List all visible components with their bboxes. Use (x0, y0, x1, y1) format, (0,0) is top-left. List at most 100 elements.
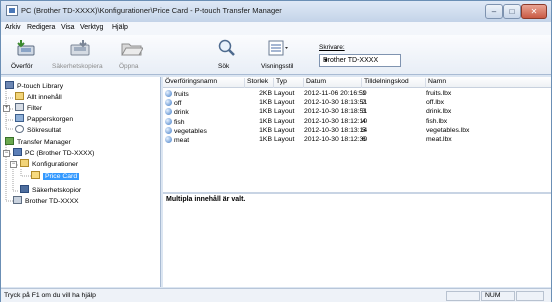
status-num: NUM (481, 291, 515, 301)
layout-file-icon (165, 90, 172, 97)
table-row[interactable]: fish 1KB Layout 2012-10-30 18:12:10 4 fish.lb… (163, 117, 551, 127)
collapse-configurations-toggle[interactable]: − (10, 161, 17, 168)
menu-arkiv[interactable]: Arkiv (5, 24, 21, 31)
cell-text: 3 (362, 108, 366, 116)
assign-code-cell: 5 (362, 127, 424, 134)
layout-file-icon (165, 126, 172, 134)
window-title: PC (Brother TD-XXXX)\Konfigurationer\Pri… (21, 6, 282, 15)
cell-text: drink (174, 109, 189, 117)
cell-text: off (174, 100, 182, 108)
table-row[interactable]: meat 1KB Layout 2012-10-30 18:12:30 6 meat.lb… (163, 136, 551, 145)
cell-text: 2KB (259, 90, 272, 97)
printer-select[interactable]: Brother TD-XXXX ▼ (319, 54, 401, 67)
tree-backups[interactable]: Säkerhetskopior (20, 185, 81, 196)
assign-code-cell: 2 (362, 99, 424, 106)
cell-text: 1KB (259, 108, 272, 116)
assign-code-cell: 4 (362, 118, 424, 125)
title-bar[interactable]: PC (Brother TD-XXXX)\Konfigurationer\Pri… (1, 1, 551, 22)
size-cell: 1KB (245, 136, 272, 143)
folder-tree: P-touch Library Allt innehåll + Filter P… (1, 77, 161, 287)
cell-text: 1KB (259, 117, 272, 125)
cell-text: fish (174, 118, 185, 126)
column-header-transfer-name[interactable]: Överföringsnamn (163, 78, 245, 88)
size-cell: 1KB (245, 99, 272, 106)
table-row[interactable]: off 1KB Layout 2012-10-30 18:13:51 2 off.lbx (163, 99, 551, 108)
backup-button[interactable]: Säkerhetskopiera (49, 37, 109, 73)
tree-all-content[interactable]: Allt innehåll (15, 92, 62, 103)
menu-hjalp[interactable]: Hjälp (112, 24, 128, 31)
table-row[interactable]: vegetables 1KB Layout 2012-10-30 18:13:14 5 v… (163, 126, 551, 136)
close-button[interactable]: ✕ (521, 4, 547, 19)
name-cell: off.lbx (426, 99, 546, 106)
name-cell: meat.lbx (426, 136, 546, 143)
tree-transfer-manager[interactable]: Transfer Manager (5, 137, 71, 148)
search-button[interactable]: Sök (211, 37, 241, 73)
status-box-empty-1 (446, 291, 480, 301)
computer-icon (13, 148, 22, 156)
transfer-button[interactable]: Överför (7, 37, 47, 73)
collapse-pc-toggle[interactable]: − (3, 150, 10, 157)
table-row[interactable]: drink 1KB Layout 2012-10-30 18:18:51 3 drink.… (163, 108, 551, 117)
cell-text: Layout (274, 126, 295, 134)
size-cell: 1KB (245, 118, 272, 125)
cell-text: Layout (274, 90, 295, 97)
tree-price-card[interactable]: Price Card (31, 171, 80, 182)
name-cell: drink.lbx (426, 108, 546, 115)
menu-verktyg[interactable]: Verktyg (80, 24, 103, 31)
transfer-name-cell: fruits (165, 90, 243, 98)
minimize-button[interactable]: ‒ (485, 4, 503, 19)
cell-text: 1KB (259, 136, 272, 143)
column-header-name[interactable]: Namn (426, 78, 551, 88)
transfer-icon (17, 40, 35, 56)
cell-text: vegetables (174, 127, 207, 135)
filter-icon (15, 103, 24, 111)
expand-filter-toggle[interactable]: + (3, 105, 10, 112)
printer-label: Skrivare: (319, 44, 345, 51)
assign-code-cell: 1 (362, 90, 424, 97)
tree-brother-printer[interactable]: Brother TD-XXXX (13, 196, 79, 207)
tree-search-results[interactable]: Sökresultat (15, 125, 61, 136)
tree-trash[interactable]: Papperskorgen (15, 114, 73, 125)
name-cell: fish.lbx (426, 118, 546, 125)
assign-code-cell: 6 (362, 136, 424, 143)
trash-icon (15, 114, 24, 122)
file-list: Överföringsnamn Storlek Typ Datum Tillde… (163, 77, 551, 192)
search-icon (218, 39, 235, 56)
cell-text: 1KB (259, 99, 272, 107)
layout-file-icon (165, 136, 172, 143)
date-cell: 2012-11-06 20:16:59 (304, 90, 367, 97)
tree-filter[interactable]: Filter (15, 103, 42, 114)
tree-pc[interactable]: PC (Brother TD-XXXX) (13, 148, 94, 159)
open-button[interactable]: Öppna (117, 37, 147, 73)
cell-text: 5 (362, 126, 366, 134)
cell-text: 2 (362, 99, 366, 107)
column-header-date[interactable]: Datum (304, 78, 362, 88)
cell-text: 6 (362, 136, 366, 143)
menu-redigera[interactable]: Redigera (27, 24, 55, 31)
cell-text: meat (174, 137, 190, 144)
table-row[interactable]: fruits 2KB Layout 2012-11-06 20:16:59 1 fruit… (163, 90, 551, 99)
library-icon (5, 81, 14, 89)
tree-ptouch-library[interactable]: P-touch Library (5, 81, 63, 92)
cell-text: fruits.lbx (426, 90, 452, 97)
tree-configurations[interactable]: Konfigurationer (20, 159, 78, 170)
cell-text: 2012-10-30 18:18:51 (304, 108, 368, 116)
name-cell: vegetables.lbx (426, 127, 546, 134)
column-header-assign-code[interactable]: Tilldelningskod (362, 78, 426, 88)
cell-text: 2012-10-30 18:12:10 (304, 117, 368, 125)
date-cell: 2012-10-30 18:12:10 (304, 118, 367, 125)
column-header-size[interactable]: Storlek (245, 78, 274, 88)
backup-icon (70, 40, 90, 56)
maximize-button[interactable]: □ (503, 4, 521, 19)
column-header-type[interactable]: Typ (274, 78, 304, 88)
view-style-button[interactable]: Visningsstil (259, 37, 303, 73)
cell-text: off.lbx (426, 99, 445, 107)
minimize-icon: ‒ (491, 7, 497, 16)
layout-file-icon (165, 108, 172, 116)
type-cell: Layout (274, 118, 302, 125)
type-cell: Layout (274, 136, 302, 143)
transfer-name-cell: fish (165, 117, 243, 126)
maximize-icon: □ (509, 7, 515, 16)
cell-text: fish.lbx (426, 117, 448, 125)
menu-visa[interactable]: Visa (61, 24, 75, 31)
